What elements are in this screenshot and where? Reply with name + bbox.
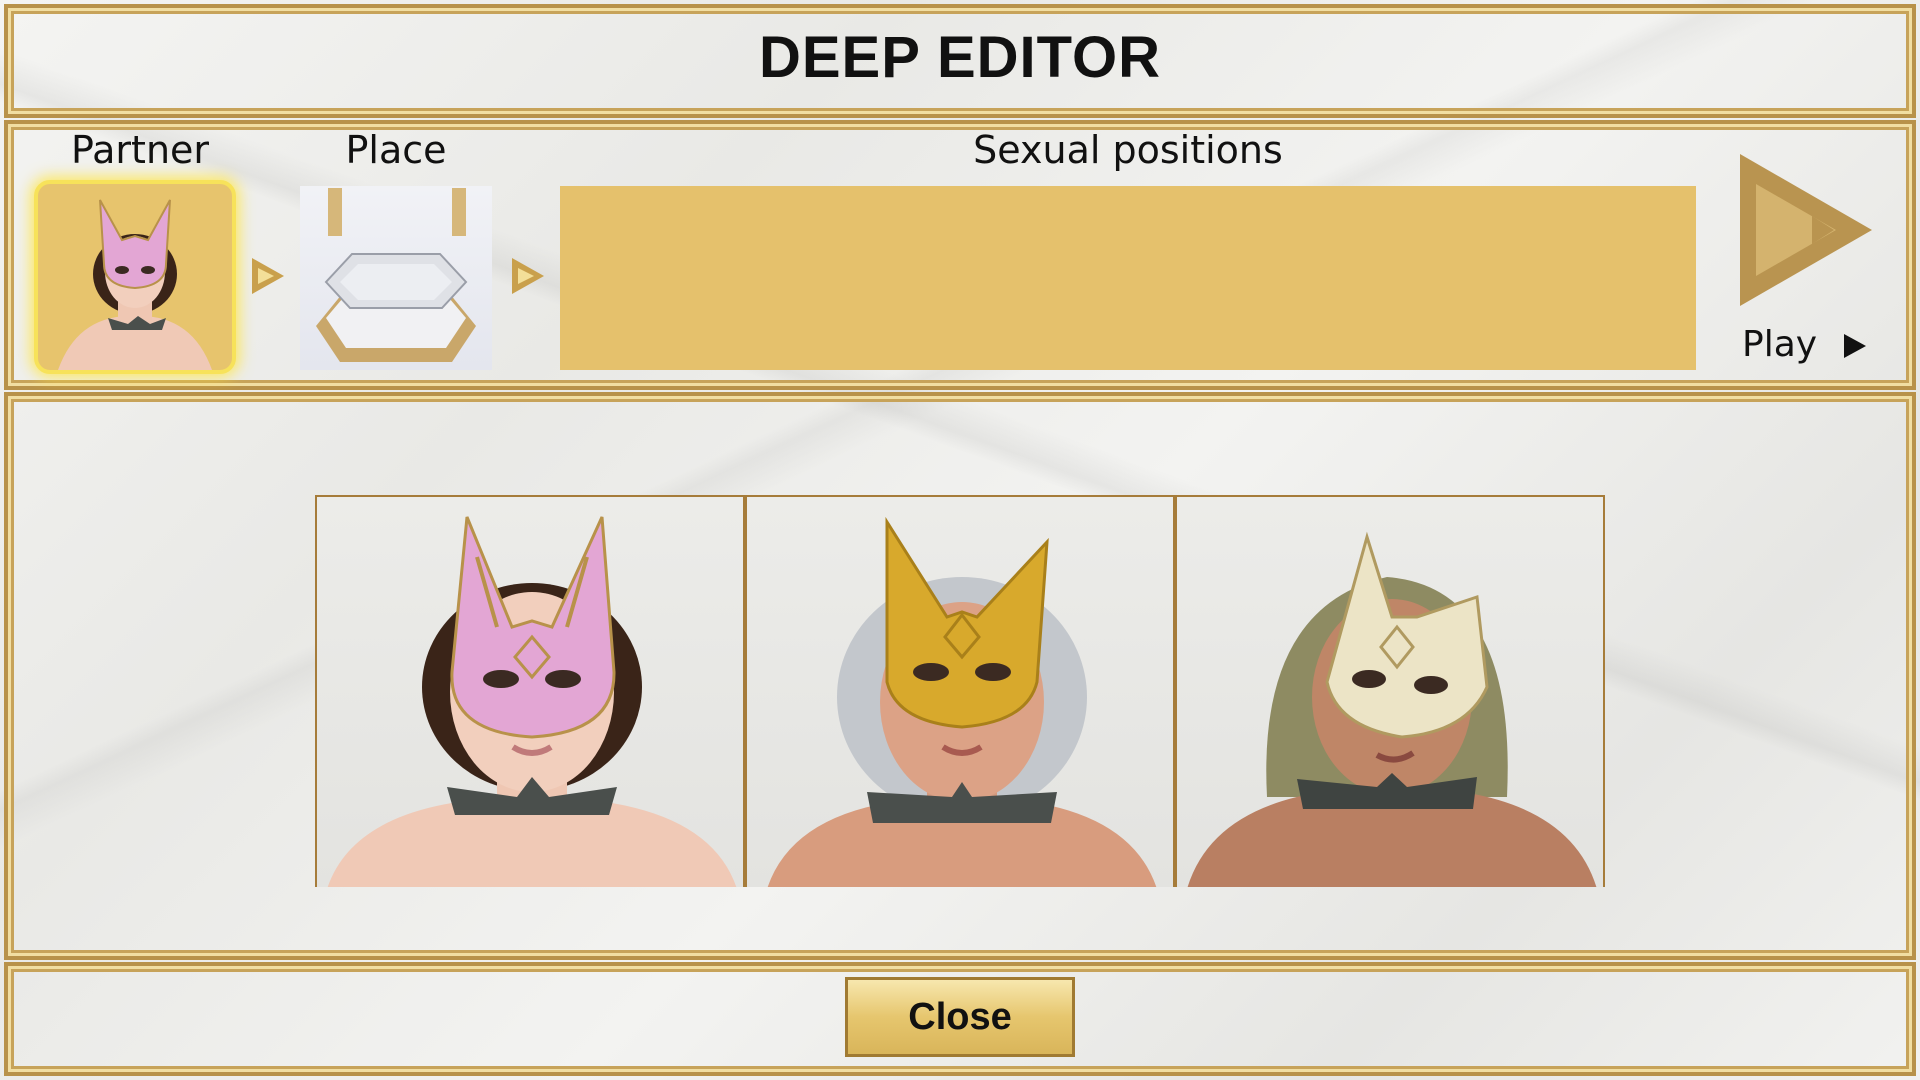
place-step-thumbnail[interactable] <box>300 186 492 370</box>
step-arrow-icon <box>512 258 544 294</box>
character-card-fox[interactable] <box>745 495 1175 887</box>
play-arrow-icon <box>1844 334 1866 358</box>
play-button[interactable]: Play <box>1730 150 1880 370</box>
positions-panel[interactable] <box>560 186 1696 370</box>
character-portrait <box>327 516 737 887</box>
play-icon <box>1740 154 1872 306</box>
page-title: DEEP EDITOR <box>758 25 1162 90</box>
character-card-cat[interactable] <box>1175 495 1605 887</box>
step-arrow-icon <box>252 258 284 294</box>
character-card-rabbit[interactable] <box>315 495 745 887</box>
character-portrait <box>767 516 1157 887</box>
positions-step-label: Sexual positions <box>973 128 1283 172</box>
character-gallery <box>315 495 1605 887</box>
place-preview-image <box>316 188 476 362</box>
partner-step-thumbnail[interactable] <box>34 180 236 374</box>
close-button[interactable]: Close <box>845 977 1075 1057</box>
partner-step-label: Partner <box>70 128 210 172</box>
place-step-label: Place <box>345 128 447 172</box>
partner-portrait <box>58 199 212 370</box>
play-label: Play <box>1742 324 1818 365</box>
character-portrait <box>1187 531 1597 887</box>
